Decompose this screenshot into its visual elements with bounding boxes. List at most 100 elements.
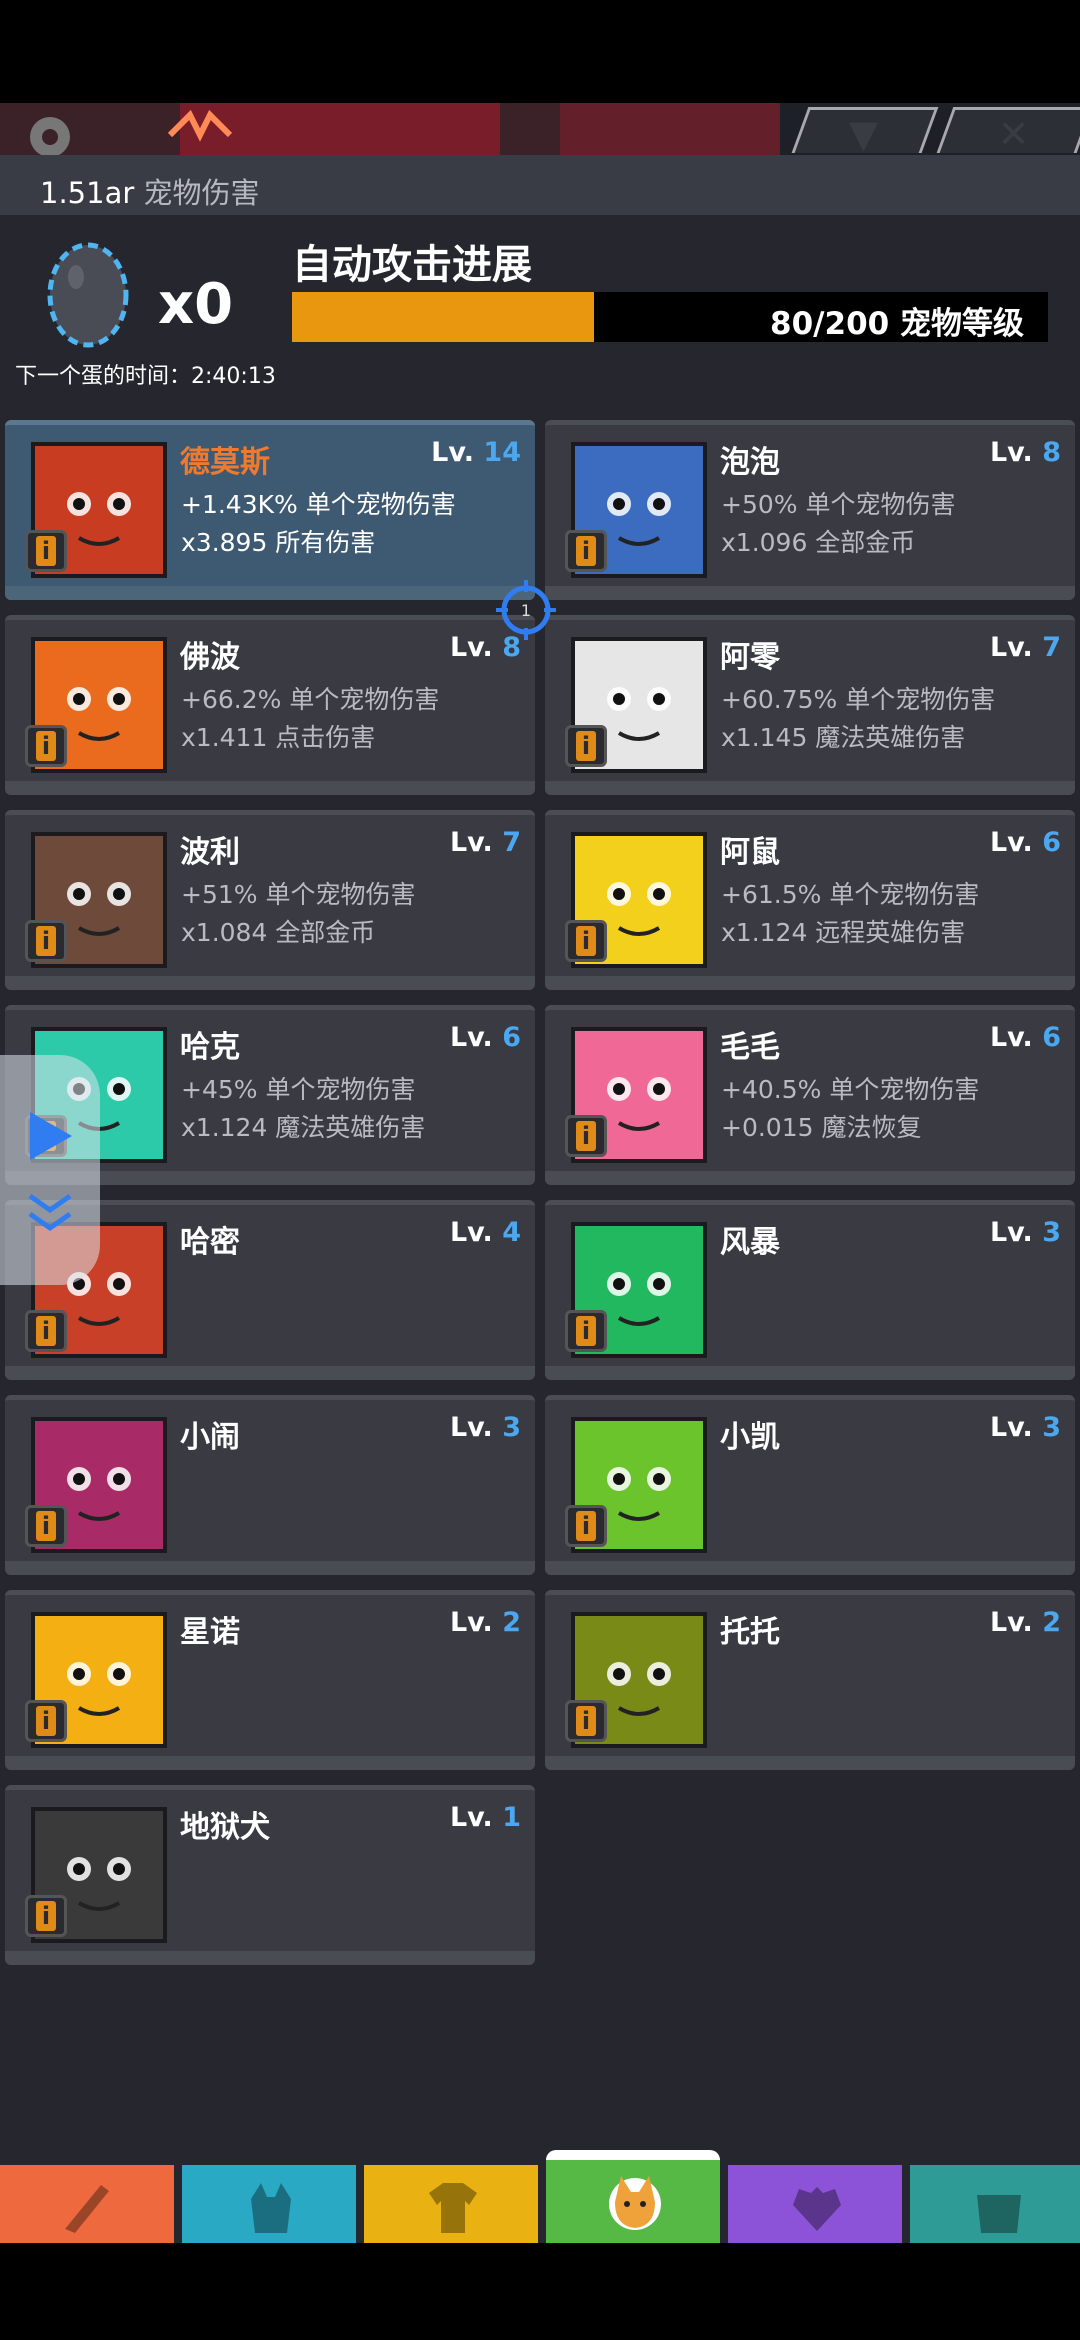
pet-level: Lv. 6 [990,827,1061,858]
pet-card[interactable]: i 德莫斯 Lv. 14 +1.43K% 单个宠物伤害 x3.895 所有伤害 [5,420,535,600]
pet-card[interactable]: i 星诺 Lv. 2 [5,1590,535,1770]
pet-name: 佛波 [180,640,240,675]
pet-card[interactable]: i 阿鼠 Lv. 6 +61.5% 单个宠物伤害 x1.124 远程英雄伤害 [545,810,1075,990]
nav-tab-pet[interactable] [546,2150,720,2243]
pet-level-number: 6 [1042,1022,1061,1053]
info-button[interactable]: i [25,725,67,767]
pet-level: Lv. 2 [990,1607,1061,1638]
pet-card[interactable]: i 托托 Lv. 2 [545,1590,1075,1770]
info-button[interactable]: i [25,530,67,572]
gear-icon [30,117,70,155]
pet-level-number: 4 [502,1217,521,1248]
pet-level-prefix: Lv. [449,1802,503,1833]
card-footer [545,1171,1075,1185]
top-status-area [0,0,1080,103]
pet-level-prefix: Lv. [449,1217,503,1248]
pet-level: Lv. 3 [450,1412,521,1443]
info-icon: i [36,1901,56,1931]
pet-bonus-1: +50% 单个宠物伤害 [721,490,956,519]
pet-card[interactable]: i 波利 Lv. 7 +51% 单个宠物伤害 x1.084 全部金币 [5,810,535,990]
pet-name: 哈克 [180,1030,240,1065]
info-icon: i [576,536,596,566]
pet-level: Lv. 6 [990,1022,1061,1053]
info-button[interactable]: i [565,1505,607,1547]
nav-tab-heart[interactable] [728,2165,902,2243]
pet-level-prefix: Lv. [989,632,1043,663]
chevron-down-icon: ▼ [848,112,879,156]
nav-tab-sword[interactable] [0,2165,174,2243]
pet-level-prefix: Lv. [989,1022,1043,1053]
pet-bonus-1: +40.5% 单个宠物伤害 [721,1075,980,1104]
pet-level-number: 2 [502,1607,521,1638]
card-footer [545,1561,1075,1575]
pet-name: 毛毛 [720,1030,780,1065]
pet-bonus-1: +51% 单个宠物伤害 [181,880,416,909]
pet-card[interactable]: i 泡泡 Lv. 8 +50% 单个宠物伤害 x1.096 全部金币 [545,420,1075,600]
info-button[interactable]: i [565,725,607,767]
pet-card[interactable]: i 地狱犬 Lv. 1 [5,1785,535,1965]
pet-bonus-1: +66.2% 单个宠物伤害 [181,685,440,714]
next-egg-timer: 下一个蛋的时间：2:40:13 [15,364,276,389]
info-icon: i [576,1121,596,1151]
info-button[interactable]: i [565,1700,607,1742]
pet-level: Lv. 3 [990,1412,1061,1443]
pet-card[interactable]: i 小凯 Lv. 3 [545,1395,1075,1575]
pet-level-prefix: Lv. [449,1607,503,1638]
pet-card[interactable]: i 风暴 Lv. 3 [545,1200,1075,1380]
pet-level-number: 3 [502,1412,521,1443]
double-chevron-down-icon[interactable] [24,1190,76,1236]
pet-bonus-2: x1.096 全部金币 [721,528,916,557]
info-button[interactable]: i [25,1700,67,1742]
pet-bonus-1: +61.5% 单个宠物伤害 [721,880,980,909]
crosshair-label: 1 [521,601,531,620]
pet-level: Lv. 8 [990,437,1061,468]
egg-icon [47,242,129,348]
pet-damage-value: 1.51ar [40,176,135,210]
info-icon: i [576,1316,596,1346]
egg-count: x0 [158,272,234,337]
nav-tab-chest[interactable] [910,2165,1080,2243]
pet-card[interactable]: i 佛波 Lv. 8 +66.2% 单个宠物伤害 x1.411 点击伤害 [5,615,535,795]
pet-damage-label: 宠物伤害 [143,176,260,210]
info-button[interactable]: i [25,1505,67,1547]
pet-bonus-2: x3.895 所有伤害 [181,528,376,557]
pet-level-prefix: Lv. [449,827,503,858]
card-footer [5,781,535,795]
info-button[interactable]: i [25,1895,67,1937]
info-button[interactable]: i [565,530,607,572]
collapse-button[interactable]: ▼ [791,107,939,156]
info-button[interactable]: i [565,1310,607,1352]
info-icon: i [576,926,596,956]
pet-level: Lv. 3 [990,1217,1061,1248]
pet-level-number: 2 [1042,1607,1061,1638]
info-button[interactable]: i [25,920,67,962]
pet-card[interactable]: i 阿零 Lv. 7 +60.75% 单个宠物伤害 x1.145 魔法英雄伤害 [545,615,1075,795]
pet-level-prefix: Lv. [989,1217,1043,1248]
info-icon: i [36,1706,56,1736]
info-button[interactable]: i [25,1310,67,1352]
info-button[interactable]: i [565,920,607,962]
pet-level: Lv. 4 [450,1217,521,1248]
info-button[interactable]: i [565,1115,607,1157]
pet-level-number: 6 [502,1022,521,1053]
pet-level-number: 3 [1042,1217,1061,1248]
pet-level-prefix: Lv. [989,827,1043,858]
pet-level-prefix: Lv. [449,1412,503,1443]
pet-level-number: 3 [1042,1412,1061,1443]
pet-level-prefix: Lv. [989,1412,1043,1443]
card-footer [5,1756,535,1770]
pet-card[interactable]: i 毛毛 Lv. 6 +40.5% 单个宠物伤害 +0.015 魔法恢复 [545,1005,1075,1185]
pet-level-prefix: Lv. [989,1607,1043,1638]
pet-name: 小闹 [180,1420,240,1455]
close-button[interactable]: ✕ [936,107,1080,156]
nav-tab-shirt[interactable] [364,2165,538,2243]
play-icon[interactable] [26,1108,76,1164]
pet-name: 星诺 [180,1615,240,1650]
floating-overlay[interactable] [0,1055,100,1285]
pet-name: 地狱犬 [180,1810,270,1845]
progress-text: 80/200 宠物等级 [770,306,1024,342]
pet-level-number: 6 [1042,827,1061,858]
nav-tab-helmet[interactable] [182,2165,356,2243]
card-footer [5,1366,535,1380]
pet-card[interactable]: i 小闹 Lv. 3 [5,1395,535,1575]
